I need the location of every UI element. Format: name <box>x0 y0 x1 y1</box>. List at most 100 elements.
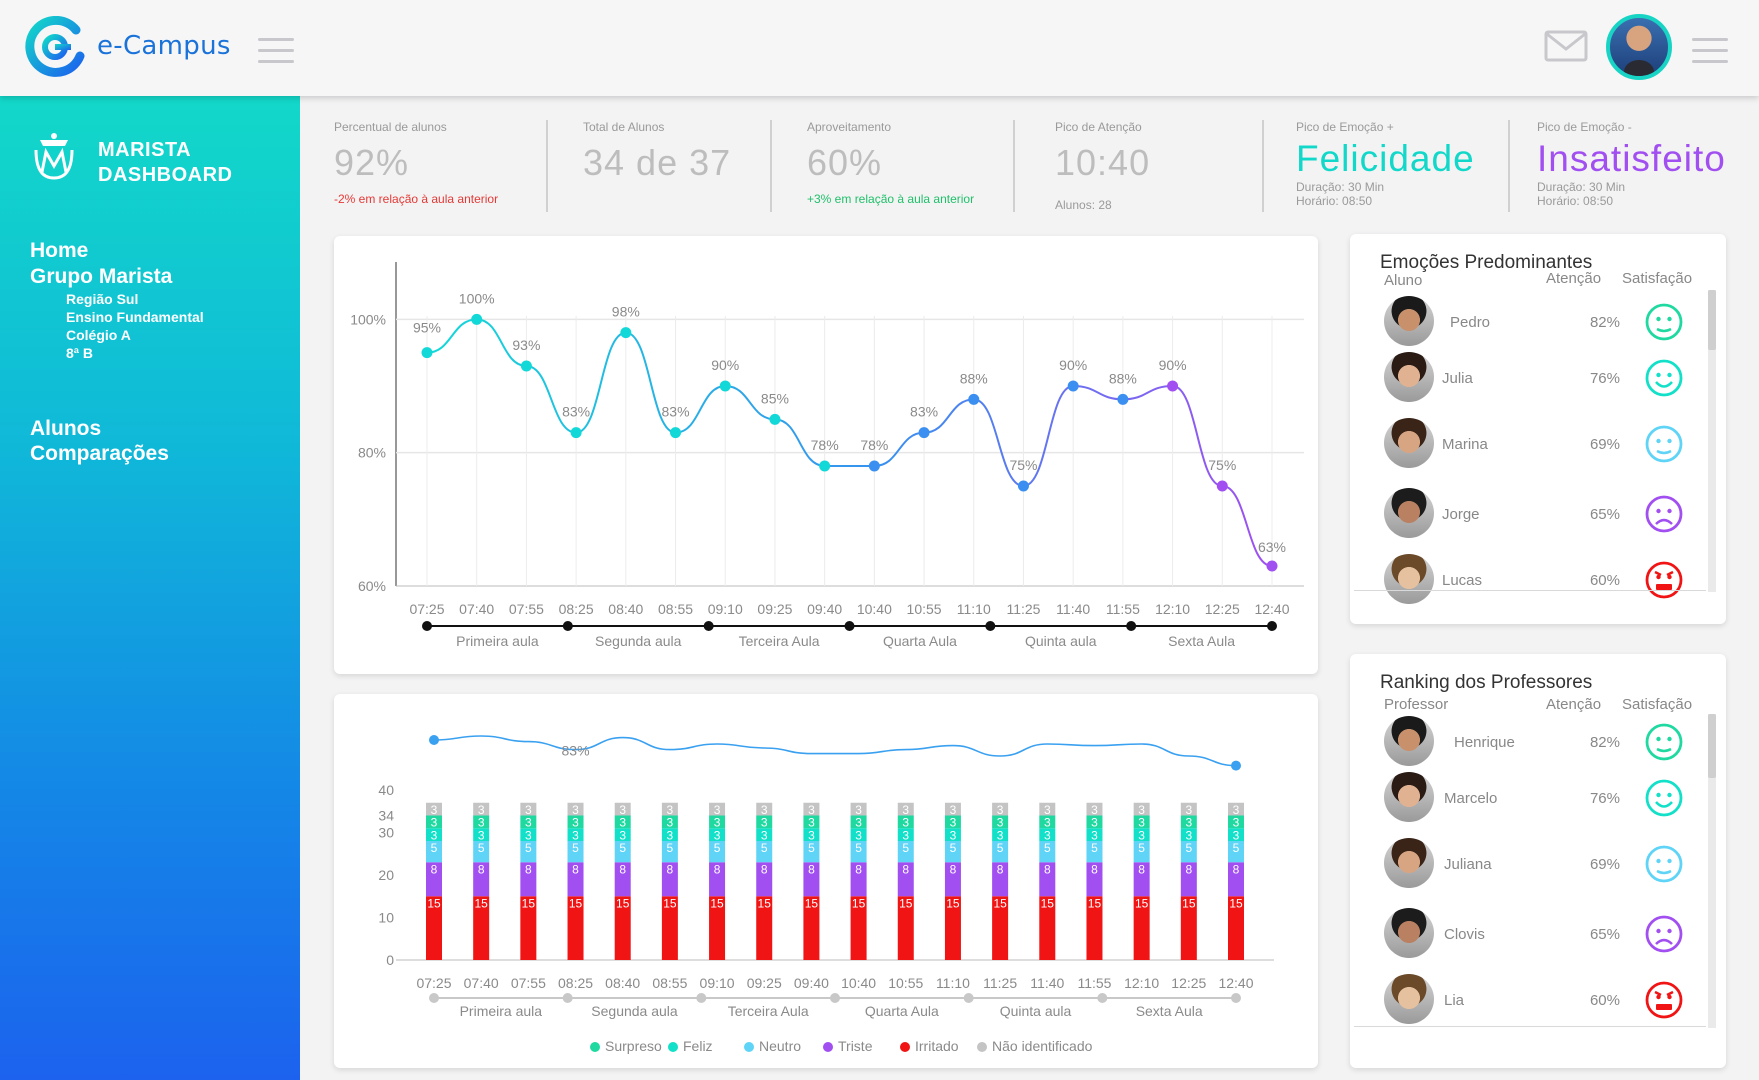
row-name: Henrique <box>1454 734 1515 751</box>
y-tick-label: 100% <box>350 311 386 327</box>
menu-icon[interactable] <box>258 38 294 64</box>
row-name: Julia <box>1442 370 1473 387</box>
legend-item[interactable]: Irritado <box>900 1038 959 1054</box>
kpi-total-alunos: Total de Alunos 34 de 37 <box>583 120 731 212</box>
data-point <box>769 413 781 425</box>
list-item[interactable]: Marcelo 76% <box>1384 772 1684 826</box>
list-item[interactable]: Clovis 65% <box>1384 908 1684 962</box>
nav-home[interactable]: Home <box>30 238 88 264</box>
list-item[interactable]: Henrique 82% <box>1384 716 1684 770</box>
y-tick-label: 30 <box>378 825 394 841</box>
x-tick-label: 11:25 <box>1006 601 1040 617</box>
timeline-dot <box>830 993 840 1003</box>
mail-icon[interactable] <box>1544 30 1588 62</box>
nav-ensino[interactable]: Ensino Fundamental <box>66 308 204 326</box>
kpi-value: 60% <box>807 142 883 183</box>
list-item[interactable]: Julia 76% <box>1384 352 1684 406</box>
nav-colegio[interactable]: Colégio A <box>66 326 131 344</box>
avatar <box>1384 772 1434 822</box>
bar-value-label: 8 <box>525 862 532 876</box>
kpi-value: 10:40 <box>1055 142 1151 183</box>
brand-title: MARISTA DASHBOARD <box>98 139 233 186</box>
bar-value-label: 5 <box>1091 841 1098 855</box>
list-item[interactable]: Lia 60% <box>1384 974 1684 1028</box>
data-label: 78% <box>860 437 888 453</box>
timeline-dot <box>963 993 974 1003</box>
data-point <box>670 427 682 439</box>
bar-value-label: 5 <box>902 841 909 855</box>
scrollbar-thumb[interactable] <box>1708 714 1716 778</box>
attention-line-chart: 100% 80% 60% 95% 100% 93% 83% 98% 83% 90% 85% 78% 78… <box>350 262 1304 649</box>
row-attention: 60% <box>1589 572 1620 589</box>
bar-value-label: 3 <box>950 828 957 842</box>
nav-comparacoes[interactable]: Comparações <box>30 441 169 467</box>
bar-value-label: 8 <box>1233 862 1240 876</box>
x-tick-label: 08:25 <box>559 601 594 617</box>
data-point <box>1017 480 1029 492</box>
bar-value-label: 8 <box>714 862 721 876</box>
avatar <box>1384 716 1434 766</box>
ecampus-logo-icon[interactable] <box>24 16 86 78</box>
row-attention: 65% <box>1589 926 1620 943</box>
col-satisfacao: Satisfação <box>1622 270 1693 287</box>
list-item[interactable]: Marina 69% <box>1384 418 1684 472</box>
bar-value-label: 5 <box>855 841 862 855</box>
timeline-dot <box>1126 621 1137 631</box>
sidebar: MARISTA DASHBOARD Home Grupo Marista Reg… <box>0 96 300 1080</box>
data-point <box>819 460 831 472</box>
legend-item[interactable]: Não identificado <box>977 1038 1092 1054</box>
data-point <box>1266 560 1278 572</box>
nav-grupo-marista[interactable]: Grupo Marista <box>30 264 172 290</box>
list-item[interactable]: Juliana 69% <box>1384 838 1684 892</box>
bar-value-label: 15 <box>710 896 724 910</box>
user-avatar[interactable] <box>1606 14 1672 80</box>
bar-value-label: 3 <box>808 816 815 830</box>
bar-value-label: 3 <box>525 816 532 830</box>
data-point <box>1067 380 1079 392</box>
data-label: 63% <box>1258 539 1286 555</box>
row-attention: 65% <box>1589 506 1620 523</box>
data-point <box>868 460 880 472</box>
kpi-note: +3% em relação à aula anterior <box>807 192 975 206</box>
sad-face-icon <box>1644 914 1684 954</box>
list-item[interactable]: Lucas 60% <box>1384 554 1684 608</box>
bar-value-label: 3 <box>1233 828 1240 842</box>
nav-turma[interactable]: 8ª B <box>66 344 93 362</box>
sad-face-icon <box>1644 494 1684 534</box>
legend-item[interactable]: Surpreso <box>590 1038 662 1054</box>
scrollbar-thumb[interactable] <box>1708 290 1716 350</box>
x-tick-label: 09:10 <box>700 975 735 991</box>
bar-value-label: 5 <box>1233 841 1240 855</box>
x-tick-label: 12:25 <box>1205 601 1240 617</box>
data-label: 78% <box>811 437 839 453</box>
segment-label: Quarta Aula <box>865 1003 939 1019</box>
nav-alunos[interactable]: Alunos <box>30 416 101 442</box>
legend-item[interactable]: Neutro <box>744 1038 801 1054</box>
menu-icon[interactable] <box>1692 38 1728 64</box>
overlay-point <box>1231 760 1241 771</box>
list-item[interactable]: Jorge 65% <box>1384 488 1684 542</box>
nav-regiao[interactable]: Região Sul <box>66 290 138 308</box>
avatar <box>1384 418 1434 468</box>
legend-item[interactable]: Feliz <box>668 1038 713 1054</box>
data-point <box>1167 380 1179 392</box>
teachers-ranking-panel: Ranking dos Professores Professor Atençã… <box>1350 654 1726 1068</box>
timeline-dot <box>703 621 714 631</box>
data-point <box>620 327 632 339</box>
list-item[interactable]: Pedro 82% <box>1384 296 1684 350</box>
bar-value-label: 3 <box>855 816 862 830</box>
col-aluno: Aluno <box>1384 272 1423 289</box>
bar-value-label: 15 <box>758 896 772 910</box>
bar-value-label: 3 <box>761 816 768 830</box>
bar-value-label: 3 <box>1233 816 1240 830</box>
x-tick-label: 08:40 <box>608 601 643 617</box>
timeline-dot <box>985 621 996 631</box>
bar-value-label: 5 <box>431 841 438 855</box>
avatar <box>1384 838 1434 888</box>
x-tick-label: 09:25 <box>757 601 792 617</box>
bar-value-label: 3 <box>667 828 674 842</box>
bar-value-label: 5 <box>667 841 674 855</box>
x-tick-label: 08:40 <box>605 975 640 991</box>
col-professor: Professor <box>1384 696 1449 713</box>
legend-item[interactable]: Triste <box>823 1038 872 1054</box>
